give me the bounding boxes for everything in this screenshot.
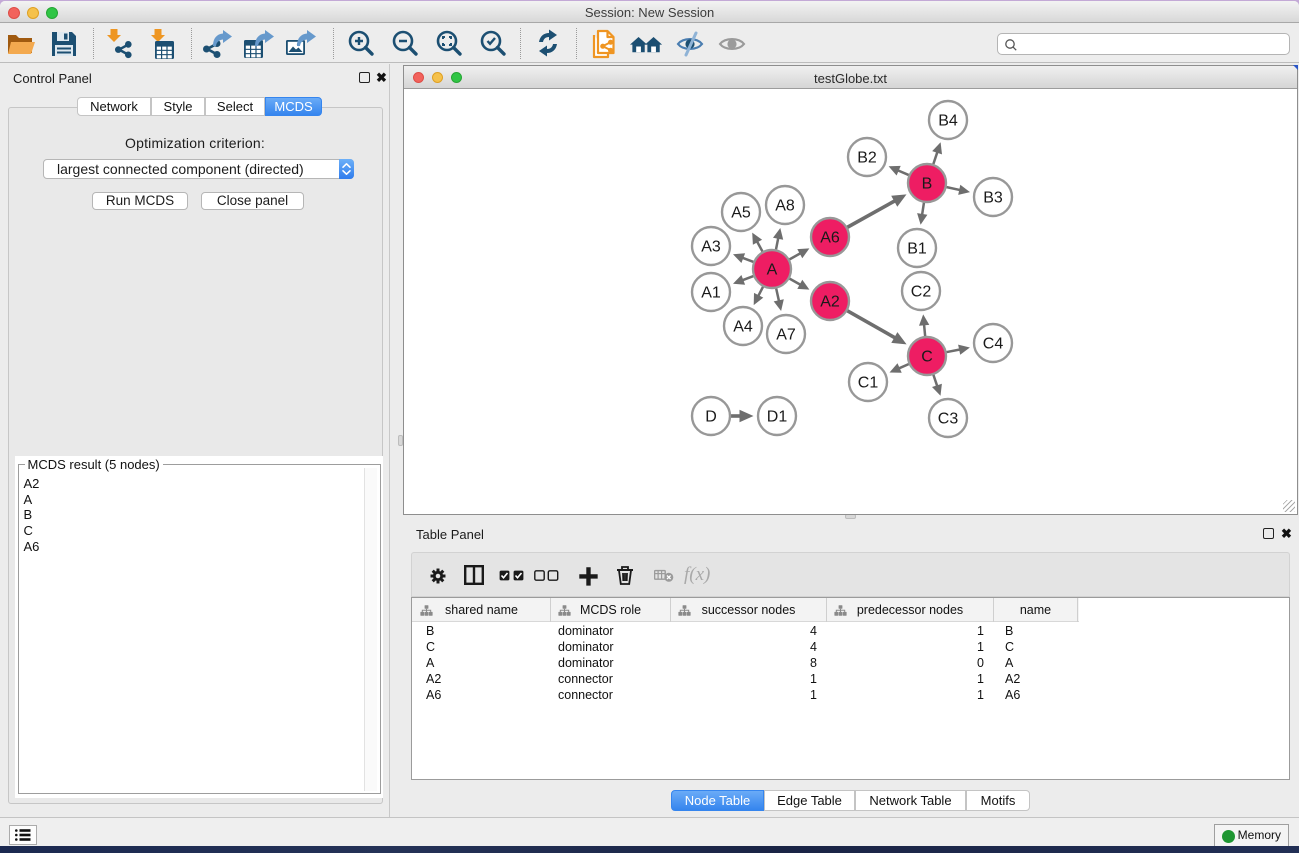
svg-text:A8: A8 [775, 198, 795, 215]
svg-text:A2: A2 [820, 294, 840, 311]
svg-text:B3: B3 [983, 190, 1003, 207]
svg-text:C1: C1 [858, 375, 879, 392]
svg-text:A5: A5 [731, 205, 751, 222]
svg-text:C2: C2 [911, 284, 932, 301]
svg-text:B1: B1 [907, 241, 927, 258]
svg-text:B2: B2 [857, 150, 877, 167]
svg-text:B4: B4 [938, 113, 958, 130]
svg-text:C3: C3 [938, 411, 959, 428]
svg-text:C: C [921, 349, 933, 366]
svg-text:C4: C4 [983, 336, 1004, 353]
svg-text:D: D [705, 409, 717, 426]
svg-text:A6: A6 [820, 230, 840, 247]
svg-text:A1: A1 [701, 285, 721, 302]
svg-text:A: A [767, 262, 778, 279]
svg-text:B: B [922, 176, 933, 193]
svg-text:D1: D1 [767, 409, 788, 426]
svg-text:A3: A3 [701, 239, 721, 256]
svg-text:f(x): f(x) [684, 564, 710, 585]
svg-text:A4: A4 [733, 319, 753, 336]
svg-text:A7: A7 [776, 327, 796, 344]
